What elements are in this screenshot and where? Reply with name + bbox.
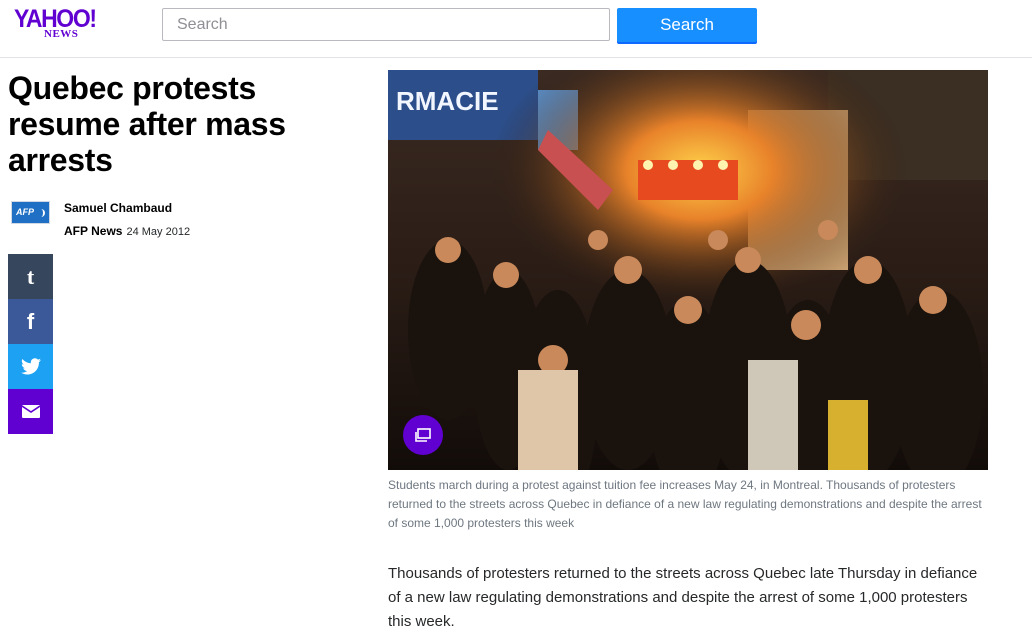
yahoo-news-logo[interactable]: YAHOO! NEWS [14, 6, 114, 46]
twitter-icon [20, 358, 41, 375]
byline: AFP News 24 May 2012 [64, 224, 190, 238]
tumblr-icon: t [26, 263, 35, 289]
photo-caption: Students march during a protest against … [388, 478, 982, 530]
slideshow-button[interactable] [403, 415, 443, 455]
mail-icon [21, 405, 40, 418]
twitter-share-button[interactable] [8, 344, 53, 389]
article-photo[interactable]: RMACIE [388, 70, 988, 470]
provider-name[interactable]: AFP News [64, 224, 122, 238]
provider-logo-mark [37, 209, 45, 217]
email-share-button[interactable] [8, 389, 53, 434]
author-name[interactable]: Samuel Chambaud [64, 201, 172, 215]
site-header: YAHOO! NEWS Search [0, 0, 1032, 58]
facebook-share-button[interactable]: f [8, 299, 53, 344]
search-input[interactable] [162, 8, 610, 41]
facebook-icon: f [26, 308, 35, 334]
pharmacie-sign-text: RMACIE [396, 86, 499, 116]
provider-logo[interactable]: AFP [11, 201, 50, 224]
protest-crowd-photo: RMACIE [388, 70, 988, 470]
gallery-icon [415, 428, 431, 442]
article-body-paragraph: Thousands of protesters returned to the … [388, 565, 978, 630]
logo-subtitle: NEWS [44, 28, 79, 40]
publish-date: 24 May 2012 [126, 226, 191, 238]
provider-logo-text: AFP [16, 207, 34, 217]
search-button[interactable]: Search [617, 8, 757, 42]
article-title: Quebec protests resume after mass arrest… [8, 70, 286, 178]
tumblr-share-button[interactable]: t [8, 254, 53, 299]
